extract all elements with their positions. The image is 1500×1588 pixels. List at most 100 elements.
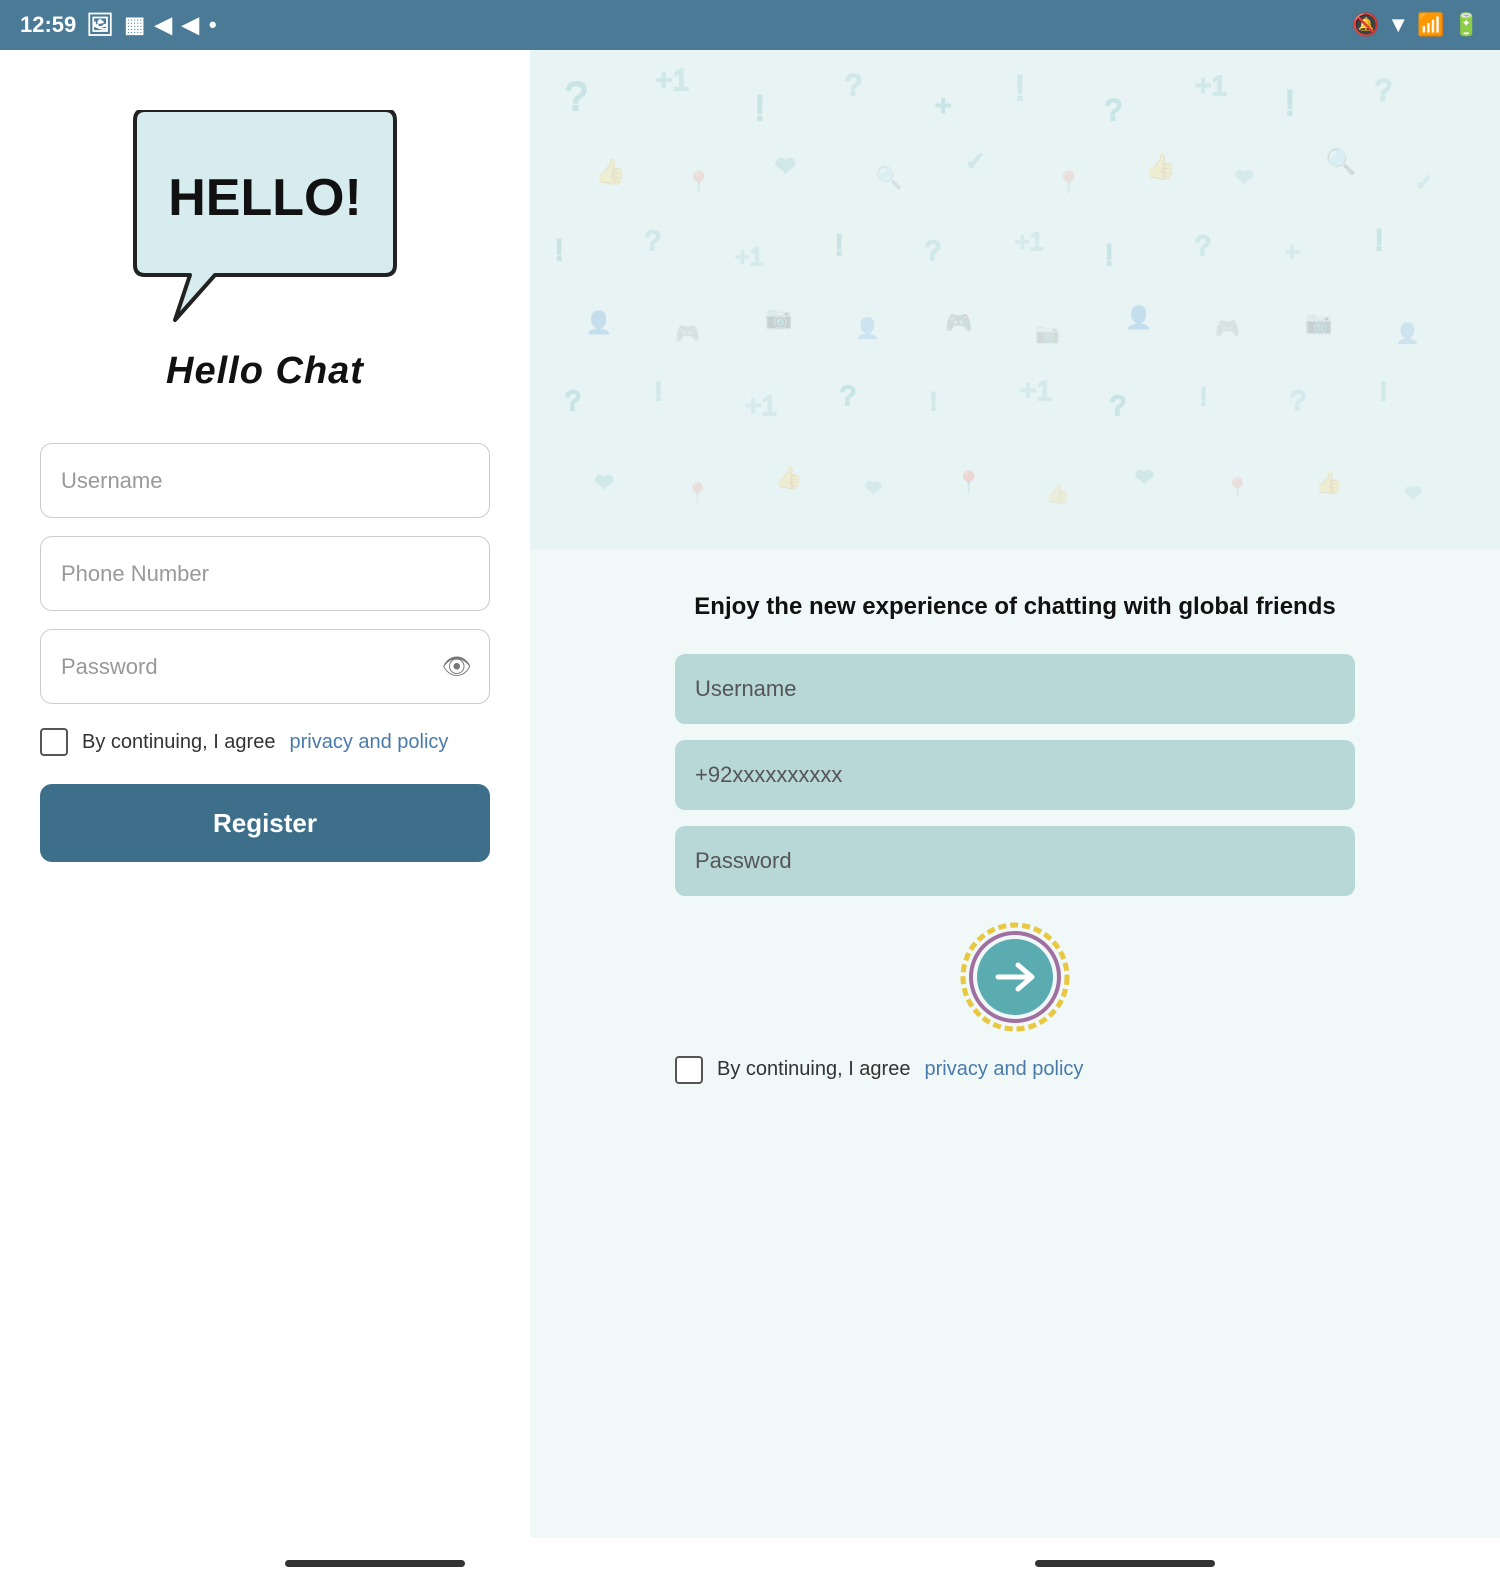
svg-text:✓: ✓ xyxy=(1415,170,1433,195)
svg-text:?: ? xyxy=(565,385,581,416)
arrow-circle-button[interactable] xyxy=(960,922,1070,1032)
password-input[interactable] xyxy=(40,629,490,704)
status-right: 🔕 ▼ 📶 🔋 xyxy=(1352,12,1480,38)
nav-icon: ◀ xyxy=(155,12,172,38)
right-privacy-link[interactable]: privacy and policy xyxy=(924,1058,1083,1081)
battery-icon: 🔋 xyxy=(1453,12,1480,38)
svg-text:📍: 📍 xyxy=(685,170,712,195)
svg-text:!: ! xyxy=(1105,239,1113,272)
nav2-icon: ◀ xyxy=(182,12,199,38)
svg-text:🎮: 🎮 xyxy=(945,310,972,335)
svg-text:!: ! xyxy=(755,89,765,128)
svg-text:+1: +1 xyxy=(735,243,764,271)
svg-text:!: ! xyxy=(930,388,937,416)
svg-text:👤: 👤 xyxy=(1125,305,1152,330)
svg-text:?: ? xyxy=(645,225,661,256)
svg-text:❤: ❤ xyxy=(1405,483,1422,505)
hello-bubble: HELLO! xyxy=(115,110,415,330)
register-button[interactable]: Register xyxy=(40,784,490,862)
svg-text:!: ! xyxy=(555,234,563,267)
svg-text:👍: 👍 xyxy=(1145,152,1176,181)
photo-icon: 🖼 xyxy=(86,12,114,38)
svg-text:?: ? xyxy=(1290,385,1306,416)
svg-text:👤: 👤 xyxy=(585,310,612,335)
agree-text: By continuing, I agree xyxy=(82,731,275,754)
svg-text:❤: ❤ xyxy=(595,470,613,495)
svg-text:📍: 📍 xyxy=(1225,476,1250,500)
svg-text:?: ? xyxy=(845,69,862,102)
svg-text:+: + xyxy=(935,90,951,121)
svg-text:?: ? xyxy=(1195,230,1211,261)
svg-text:👍: 👍 xyxy=(595,157,626,186)
svg-text:+1: +1 xyxy=(1195,70,1227,101)
svg-text:!: ! xyxy=(1015,69,1025,108)
svg-text:❤: ❤ xyxy=(775,153,796,181)
status-left: 12:59 🖼 ▦ ◀ ◀ • xyxy=(20,12,217,38)
agree-row: By continuing, I agree privacy and polic… xyxy=(40,728,490,756)
svg-text:📷: 📷 xyxy=(1035,323,1060,345)
privacy-link[interactable]: privacy and policy xyxy=(289,731,448,754)
svg-text:+1: +1 xyxy=(1015,228,1044,256)
calendar-icon: ▦ xyxy=(124,12,145,38)
svg-text:🔍: 🔍 xyxy=(1325,145,1356,176)
svg-text:?: ? xyxy=(1110,390,1126,421)
svg-text:👤: 👤 xyxy=(855,316,880,340)
right-phone-input[interactable] xyxy=(675,740,1355,810)
svg-text:+1: +1 xyxy=(745,390,777,421)
agree-checkbox[interactable] xyxy=(40,728,68,756)
svg-text:❤: ❤ xyxy=(865,478,882,500)
pattern-area: ? +1 ! ? + ! ? +1 ! ? 👍 📍 ❤ 🔍 ✓ 📍 xyxy=(530,50,1500,550)
svg-text:?: ? xyxy=(840,380,856,411)
right-panel: ? +1 ! ? + ! ? +1 ! ? 👍 📍 ❤ 🔍 ✓ 📍 xyxy=(530,50,1500,1538)
right-agree-row: By continuing, I agree privacy and polic… xyxy=(675,1056,1355,1084)
tagline: Enjoy the new experience of chatting wit… xyxy=(694,590,1335,624)
svg-text:?: ? xyxy=(565,75,587,119)
svg-text:!: ! xyxy=(1200,383,1207,411)
svg-text:❤: ❤ xyxy=(1235,165,1253,190)
svg-text:🎮: 🎮 xyxy=(1215,318,1240,340)
username-input[interactable] xyxy=(40,443,490,518)
svg-text:?: ? xyxy=(1375,74,1392,107)
eye-icon[interactable]: 👁 xyxy=(442,652,472,681)
bottom-bar xyxy=(0,1538,1500,1588)
svg-text:✓: ✓ xyxy=(965,148,986,176)
left-panel: HELLO! Hello Chat 👁 By continuing, I agr… xyxy=(0,50,530,1538)
svg-text:👤: 👤 xyxy=(1395,321,1420,345)
app-title: Hello Chat xyxy=(166,350,364,393)
svg-text:!: ! xyxy=(835,229,843,262)
svg-text:👍: 👍 xyxy=(1315,470,1342,495)
svg-text:📷: 📷 xyxy=(1305,310,1332,335)
status-time: 12:59 xyxy=(20,12,76,38)
mute-icon: 🔕 xyxy=(1352,12,1379,38)
svg-text:+1: +1 xyxy=(1020,375,1052,406)
bottom-indicator-left xyxy=(285,1560,465,1567)
svg-text:!: ! xyxy=(1285,84,1295,123)
svg-text:!: ! xyxy=(1375,224,1383,257)
svg-text:!: ! xyxy=(1380,378,1387,406)
svg-text:?: ? xyxy=(1105,94,1122,127)
svg-text:❤: ❤ xyxy=(1135,465,1153,490)
phone-input[interactable] xyxy=(40,536,490,611)
svg-text:+1: +1 xyxy=(655,64,689,97)
svg-text:📍: 📍 xyxy=(955,470,982,495)
password-wrapper: 👁 xyxy=(40,629,490,704)
dot-icon: • xyxy=(209,12,217,38)
svg-text:📍: 📍 xyxy=(685,481,710,505)
svg-text:📍: 📍 xyxy=(1055,170,1082,195)
svg-text:📷: 📷 xyxy=(765,305,792,330)
svg-text:🔍: 🔍 xyxy=(875,163,902,190)
right-username-input[interactable] xyxy=(675,654,1355,724)
right-form-area: Enjoy the new experience of chatting wit… xyxy=(530,550,1500,1124)
svg-text:HELLO!: HELLO! xyxy=(168,169,362,227)
bottom-indicator-right xyxy=(1035,1560,1215,1567)
left-form: 👁 By continuing, I agree privacy and pol… xyxy=(40,443,490,862)
svg-text:👍: 👍 xyxy=(775,465,802,490)
right-agree-checkbox[interactable] xyxy=(675,1056,703,1084)
svg-text:🎮: 🎮 xyxy=(675,323,700,345)
svg-text:+: + xyxy=(1285,238,1300,266)
svg-text:?: ? xyxy=(925,235,941,266)
status-bar: 12:59 🖼 ▦ ◀ ◀ • 🔕 ▼ 📶 🔋 xyxy=(0,0,1500,50)
signal-icon: 📶 xyxy=(1417,12,1444,38)
right-password-input[interactable] xyxy=(675,826,1355,896)
svg-text:!: ! xyxy=(655,378,662,406)
